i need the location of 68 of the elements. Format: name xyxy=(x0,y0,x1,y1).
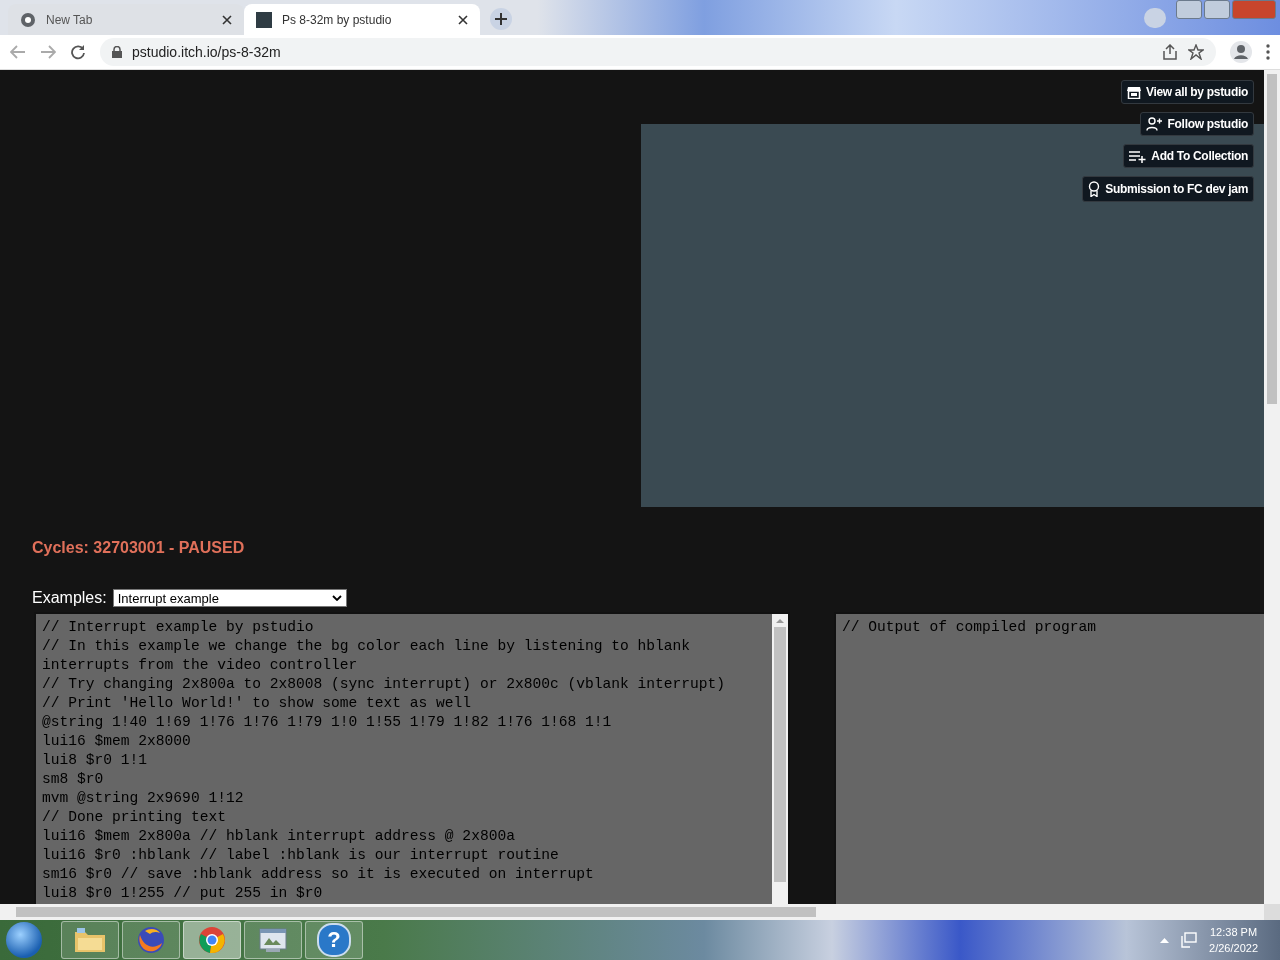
close-icon[interactable] xyxy=(222,14,232,25)
taskbar-app[interactable] xyxy=(122,921,180,959)
code-line: lui16 $mem 2x800a // hblank interrupt address @ 2x800a xyxy=(42,827,516,846)
page-button[interactable]: Follow pstudio xyxy=(1139,112,1254,136)
scrollbar-thumb[interactable] xyxy=(16,907,816,917)
list-add-icon xyxy=(1129,149,1147,163)
profile-icon[interactable] xyxy=(1230,41,1252,63)
code-line: // Interrupt example by pstudio xyxy=(42,618,315,637)
taskbar-app[interactable]: ? xyxy=(305,921,363,959)
browser-icon xyxy=(136,925,166,955)
taskbar-app[interactable] xyxy=(183,921,241,959)
output-line: // Output of compiled program xyxy=(842,618,1097,637)
plus-icon xyxy=(495,13,507,25)
browser-tab[interactable]: New Tab xyxy=(8,4,244,35)
code-line: // Done printing text xyxy=(42,808,227,827)
scrollbar-corner xyxy=(1264,904,1280,920)
address-bar[interactable]: pstudio.itch.io/ps-8-32m xyxy=(100,38,1216,66)
menu-icon[interactable] xyxy=(1266,44,1270,60)
share-icon[interactable] xyxy=(1162,44,1178,60)
star-icon[interactable] xyxy=(1188,44,1204,60)
back-icon[interactable] xyxy=(10,45,26,59)
code-line: // Try changing 2x800a to 2x8008 (sync interrupt) or 2x800c (vblank interrupt) xyxy=(42,675,727,694)
new-tab-button[interactable] xyxy=(490,8,512,30)
taskbar-app[interactable] xyxy=(61,921,119,959)
page-button[interactable]: View all by pstudio xyxy=(1120,80,1254,104)
browser-tab[interactable]: Ps 8-32m by pstudio xyxy=(244,4,480,35)
scrollbar-thumb[interactable] xyxy=(1267,74,1277,404)
code-line: interrupts from the video controller xyxy=(42,656,359,675)
store-icon xyxy=(1126,85,1141,99)
code-line: lui16 $r0 :hblank // label :hblank is our interrupt routine xyxy=(42,846,560,865)
code-line: lui16 $mem 2x8000 xyxy=(42,732,192,751)
code-line: // In this example we change the bg color each line by listening to hblank xyxy=(42,637,692,656)
page-button[interactable]: Submission to FC dev jam xyxy=(1082,176,1254,202)
start-button[interactable] xyxy=(6,922,42,958)
maximize-button[interactable] xyxy=(1204,0,1230,19)
forward-icon[interactable] xyxy=(40,45,56,59)
folder-icon xyxy=(73,926,107,954)
award-icon xyxy=(1088,181,1101,197)
code-editor[interactable] xyxy=(34,612,790,904)
window-icon xyxy=(258,927,288,953)
globe-icon xyxy=(20,11,36,28)
code-line: // Print 'Hello World!' to show some text as well xyxy=(42,694,473,713)
caret-icon xyxy=(331,595,342,601)
reload-icon[interactable] xyxy=(70,44,86,60)
code-line: sm8 $r0 xyxy=(42,770,105,789)
favicon-icon xyxy=(256,11,272,28)
cycle-status: Cycles: 32703001 - PAUSED xyxy=(32,539,246,557)
code-line: lui8 $r0 1!1 xyxy=(42,751,149,770)
minimize-button[interactable] xyxy=(1176,0,1202,19)
page-button[interactable]: Add To Collection xyxy=(1123,144,1254,168)
close-icon[interactable] xyxy=(458,14,468,25)
code-line: @string 1!40 1!69 1!76 1!76 1!79 1!0 1!55 1!79 1!82 1!76 1!68 1!1 xyxy=(42,713,613,732)
scroll-up-icon[interactable] xyxy=(776,618,784,624)
lock-icon xyxy=(112,46,122,58)
code-line: lui8 $r0 1!255 // put 255 in $r0 xyxy=(42,884,324,903)
person-add-icon xyxy=(1145,117,1163,131)
network-icon[interactable] xyxy=(1181,932,1198,948)
help-icon: ? xyxy=(317,923,351,957)
browser-icon xyxy=(197,925,227,955)
code-line: mvm @string 2x9690 1!12 xyxy=(42,789,245,808)
code-line: sm16 $r0 // save :hblank address so it is executed on interrupt xyxy=(42,865,595,884)
url-text: pstudio.itch.io/ps-8-32m xyxy=(132,44,281,60)
tray-arrow-icon[interactable] xyxy=(1160,937,1170,943)
examples-label: Examples: xyxy=(32,589,107,607)
taskbar-app[interactable] xyxy=(244,921,302,959)
scrollbar-thumb[interactable] xyxy=(774,627,786,882)
clock[interactable]: 12:38 PM 2/26/2022 xyxy=(1209,924,1258,956)
examples-dropdown[interactable]: Interrupt example xyxy=(112,589,347,607)
